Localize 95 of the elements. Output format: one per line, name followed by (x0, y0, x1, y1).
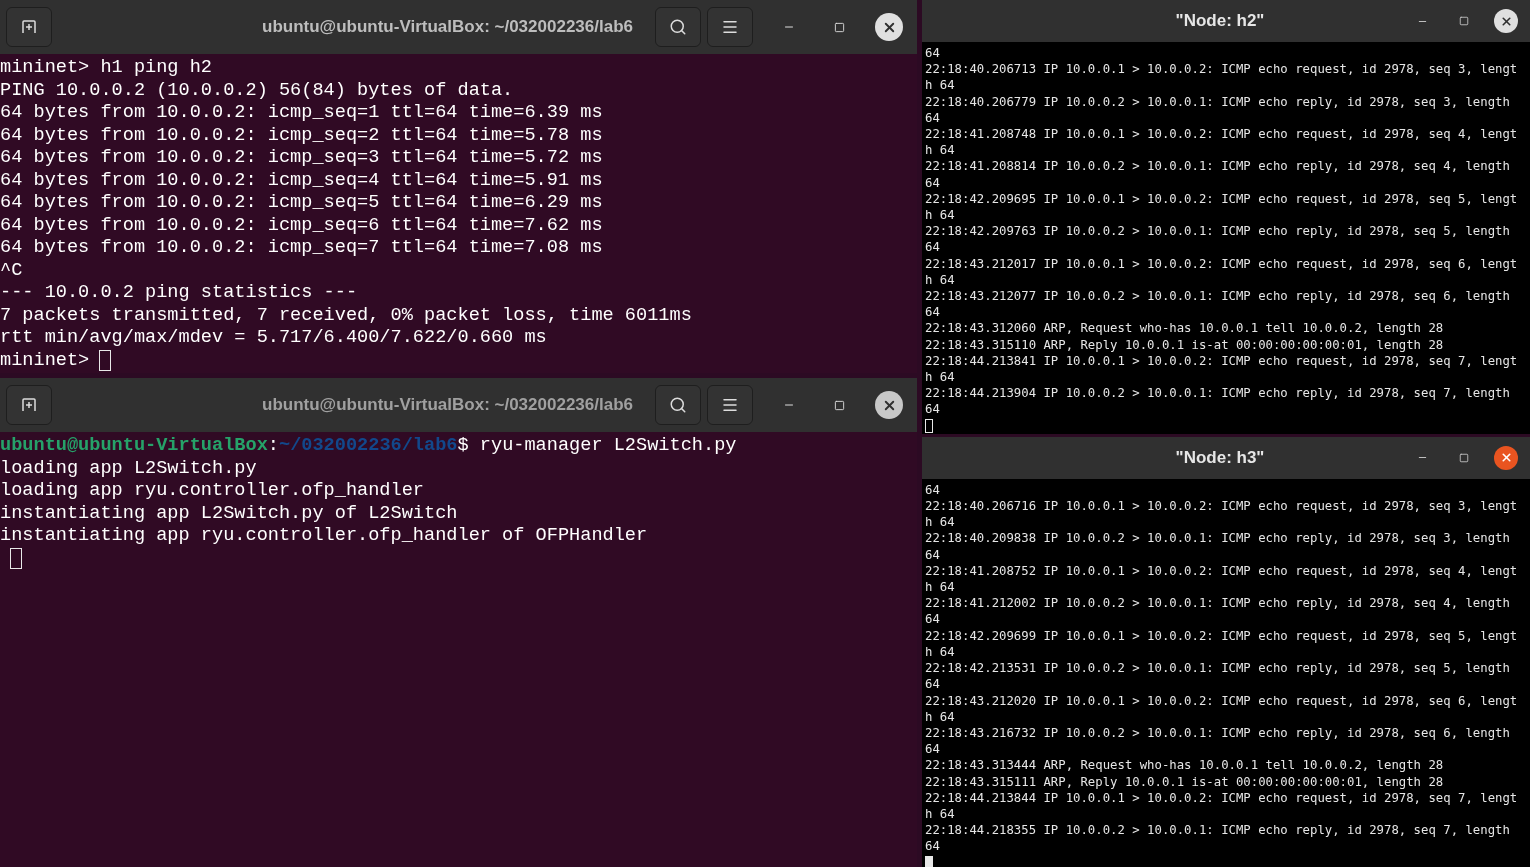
terminal-line: 64 (925, 45, 940, 62)
terminal-line: 22:18:43.212017 IP 10.0.0.1 > 10.0.0.2: ICMP echo request, id 2978, seq 6, lengt (925, 255, 1518, 272)
terminal-line: 22:18:41.208752 IP 10.0.0.1 > 10.0.0.2: ICMP echo request, id 2978, seq 4, lengt (925, 562, 1518, 580)
terminal-line: 22:18:44.213841 IP 10.0.0.1 > 10.0.0.2: ICMP echo request, id 2978, seq 7, lengt (925, 352, 1518, 370)
close-icon (1499, 451, 1513, 465)
terminal-line: 22:18:44.213904 IP 10.0.0.2 > 10.0.0.1: ICMP echo reply, id 2978, seq 7, length (925, 385, 1510, 402)
new-tab-icon (20, 18, 38, 36)
terminal-line: 64 bytes from 10.0.0.2: icmp_seq=7 ttl=64 time=7.08 ms (0, 237, 603, 260)
terminal-line: 22:18:42.209695 IP 10.0.0.1 > 10.0.0.2: ICMP echo request, id 2978, seq 5, lengt (925, 190, 1518, 208)
terminal-line: 22:18:40.206716 IP 10.0.0.1 > 10.0.0.2: ICMP echo request, id 2978, seq 3, lengt (925, 498, 1518, 515)
terminal-line: 22:18:40.206779 IP 10.0.0.2 > 10.0.0.1: ICMP echo reply, id 2978, seq 3, length (925, 93, 1510, 110)
search-icon (669, 18, 687, 36)
terminal-line: 64 bytes from 10.0.0.2: icmp_seq=2 ttl=64 time=5.78 ms (0, 124, 603, 147)
terminal-line: 64 bytes from 10.0.0.2: icmp_seq=3 ttl=64 time=5.72 ms (0, 147, 603, 170)
menu-button[interactable] (707, 7, 753, 47)
terminal-line: loading app L2Switch.py (0, 457, 257, 480)
terminal-line: ^C (0, 259, 23, 282)
terminal-line: --- 10.0.0.2 ping statistics --- (0, 282, 358, 305)
terminal-line: 64 bytes from 10.0.0.2: icmp_seq=6 ttl=64 time=7.62 ms (0, 214, 603, 237)
terminal-line: h 64 (925, 142, 955, 159)
window-title: ubuntu@ubuntu-VirtualBox: ~/032002236/lab6 (262, 394, 633, 417)
menu-button[interactable] (707, 385, 753, 425)
new-tab-button[interactable] (6, 7, 52, 47)
search-icon (669, 396, 687, 414)
terminal-line: 64 bytes from 10.0.0.2: icmp_seq=5 ttl=64 time=6.29 ms (0, 192, 603, 215)
terminal-line: instantiating app ryu.controller.ofp_handler of OFPHandler (0, 525, 648, 548)
window-title: "Node: h3" (1174, 447, 1265, 470)
terminal-line: 22:18:44.218355 IP 10.0.0.2 > 10.0.0.1: ICMP echo reply, id 2978, seq 7, length (925, 822, 1510, 839)
terminal-line: 22:18:41.208748 IP 10.0.0.1 > 10.0.0.2: ICMP echo request, id 2978, seq 4, lengt (925, 126, 1518, 143)
close-button[interactable] (875, 13, 903, 41)
terminal-line: 64 (925, 481, 940, 499)
terminal-line: h 64 (925, 643, 955, 661)
terminal-line: 64 (925, 239, 940, 256)
terminal-line: instantiating app L2Switch.py of L2Switch (0, 502, 458, 525)
maximize-icon (1459, 452, 1469, 463)
terminal-line: 22:18:42.209699 IP 10.0.0.1 > 10.0.0.2: ICMP echo request, id 2978, seq 5, lengt (925, 627, 1518, 644)
text-cursor (925, 855, 933, 867)
terminal-line: 64 (925, 676, 940, 693)
terminal-line: 22:18:42.213531 IP 10.0.0.2 > 10.0.0.1: ICMP echo reply, id 2978, seq 5, length (925, 660, 1510, 677)
close-icon (1499, 14, 1513, 28)
terminal-line: 64 (925, 174, 940, 191)
search-button[interactable] (655, 7, 701, 47)
terminal-line: 64 bytes from 10.0.0.2: icmp_seq=4 ttl=64 time=5.91 ms (0, 169, 603, 192)
terminal-line: 64 (925, 304, 940, 321)
menu-icon (721, 18, 739, 36)
command-prompt-line: ubuntu@ubuntu-VirtualBox:~/032002236/lab6$ ryu-manager L2Switch.py (0, 435, 737, 458)
terminal-line: 22:18:43.315111 ARP, Reply 10.0.0.1 is-at 00:00:00:00:00:01, length 28 (925, 773, 1444, 790)
terminal-line: h 64 (925, 708, 955, 725)
terminal-line: 7 packets transmitted, 7 received, 0% packet loss, time 6011ms (0, 304, 692, 327)
close-button[interactable] (875, 391, 903, 419)
maximize-icon (1459, 16, 1469, 26)
search-button[interactable] (655, 385, 701, 425)
terminal-line: h 64 (925, 207, 955, 224)
terminal-line: 22:18:42.209763 IP 10.0.0.2 > 10.0.0.1: ICMP echo reply, id 2978, seq 5, length (925, 223, 1510, 240)
window-title: ubuntu@ubuntu-VirtualBox: ~/032002236/lab6 (262, 16, 633, 39)
new-tab-button[interactable] (6, 385, 52, 425)
terminal-line: 64 (925, 546, 940, 563)
terminal-line: 22:18:44.213844 IP 10.0.0.1 > 10.0.0.2: ICMP echo request, id 2978, seq 7, lengt (925, 789, 1518, 806)
terminal-line: 22:18:40.209838 IP 10.0.0.2 > 10.0.0.1: ICMP echo reply, id 2978, seq 3, length (925, 530, 1510, 547)
maximize-icon (833, 399, 845, 411)
terminal-line: 64 (925, 838, 940, 855)
terminal-line: mininet> (0, 349, 90, 372)
text-cursor (10, 548, 22, 570)
terminal-line: h 64 (925, 514, 955, 531)
new-tab-icon (20, 396, 38, 414)
window-title: "Node: h2" (1174, 10, 1265, 33)
terminal-line: 22:18:41.208814 IP 10.0.0.2 > 10.0.0.1: ICMP echo reply, id 2978, seq 4, length (925, 158, 1510, 175)
terminal-line: 22:18:43.313444 ARP, Request who-has 10.0.0.1 tell 10.0.0.2, length 28 (925, 757, 1444, 774)
terminal-line: 22:18:43.315110 ARP, Reply 10.0.0.1 is-at 00:00:00:00:00:01, length 28 (925, 336, 1444, 353)
terminal-line: 22:18:43.212077 IP 10.0.0.2 > 10.0.0.1: ICMP echo reply, id 2978, seq 6, length (925, 288, 1510, 305)
close-button[interactable] (1494, 445, 1518, 470)
text-cursor (925, 418, 933, 433)
terminal-line: PING 10.0.0.2 (10.0.0.2) 56(84) bytes of data. (0, 79, 514, 102)
terminal-line: 64 (925, 109, 940, 126)
terminal-line: h 64 (925, 77, 955, 94)
terminal-line: 22:18:43.212020 IP 10.0.0.1 > 10.0.0.2: ICMP echo request, id 2978, seq 6, lengt (925, 692, 1518, 709)
close-button[interactable] (1494, 9, 1518, 33)
terminal-line: mininet> h1 ping h2 (0, 57, 212, 80)
terminal-line: rtt min/avg/max/mdev = 5.717/6.400/7.622/0.660 ms (0, 327, 547, 350)
terminal-line: 22:18:41.212002 IP 10.0.0.2 > 10.0.0.1: ICMP echo reply, id 2978, seq 4, length (925, 595, 1510, 612)
terminal-line: loading app ryu.controller.ofp_handler (0, 480, 424, 503)
terminal-line: h 64 (925, 369, 955, 386)
maximize-icon (833, 21, 845, 33)
terminal-line: 64 (925, 741, 940, 758)
terminal-line: h 64 (925, 271, 955, 289)
terminal-line: h 64 (925, 805, 955, 823)
terminal-line: 22:18:43.216732 IP 10.0.0.2 > 10.0.0.1: ICMP echo reply, id 2978, seq 6, length (925, 724, 1510, 742)
terminal-line: 64 (925, 401, 940, 418)
terminal-line: 22:18:43.312060 ARP, Request who-has 10.0.0.1 tell 10.0.0.2, length 28 (925, 320, 1444, 337)
terminal-line: 64 bytes from 10.0.0.2: icmp_seq=1 ttl=64 time=6.39 ms (0, 102, 603, 125)
terminal-line: h 64 (925, 579, 955, 596)
terminal-line: 22:18:40.206713 IP 10.0.0.1 > 10.0.0.2: ICMP echo request, id 2978, seq 3, lengt (925, 61, 1518, 78)
terminal-line: 64 (925, 611, 940, 628)
menu-icon (721, 396, 739, 414)
text-cursor (99, 350, 112, 372)
